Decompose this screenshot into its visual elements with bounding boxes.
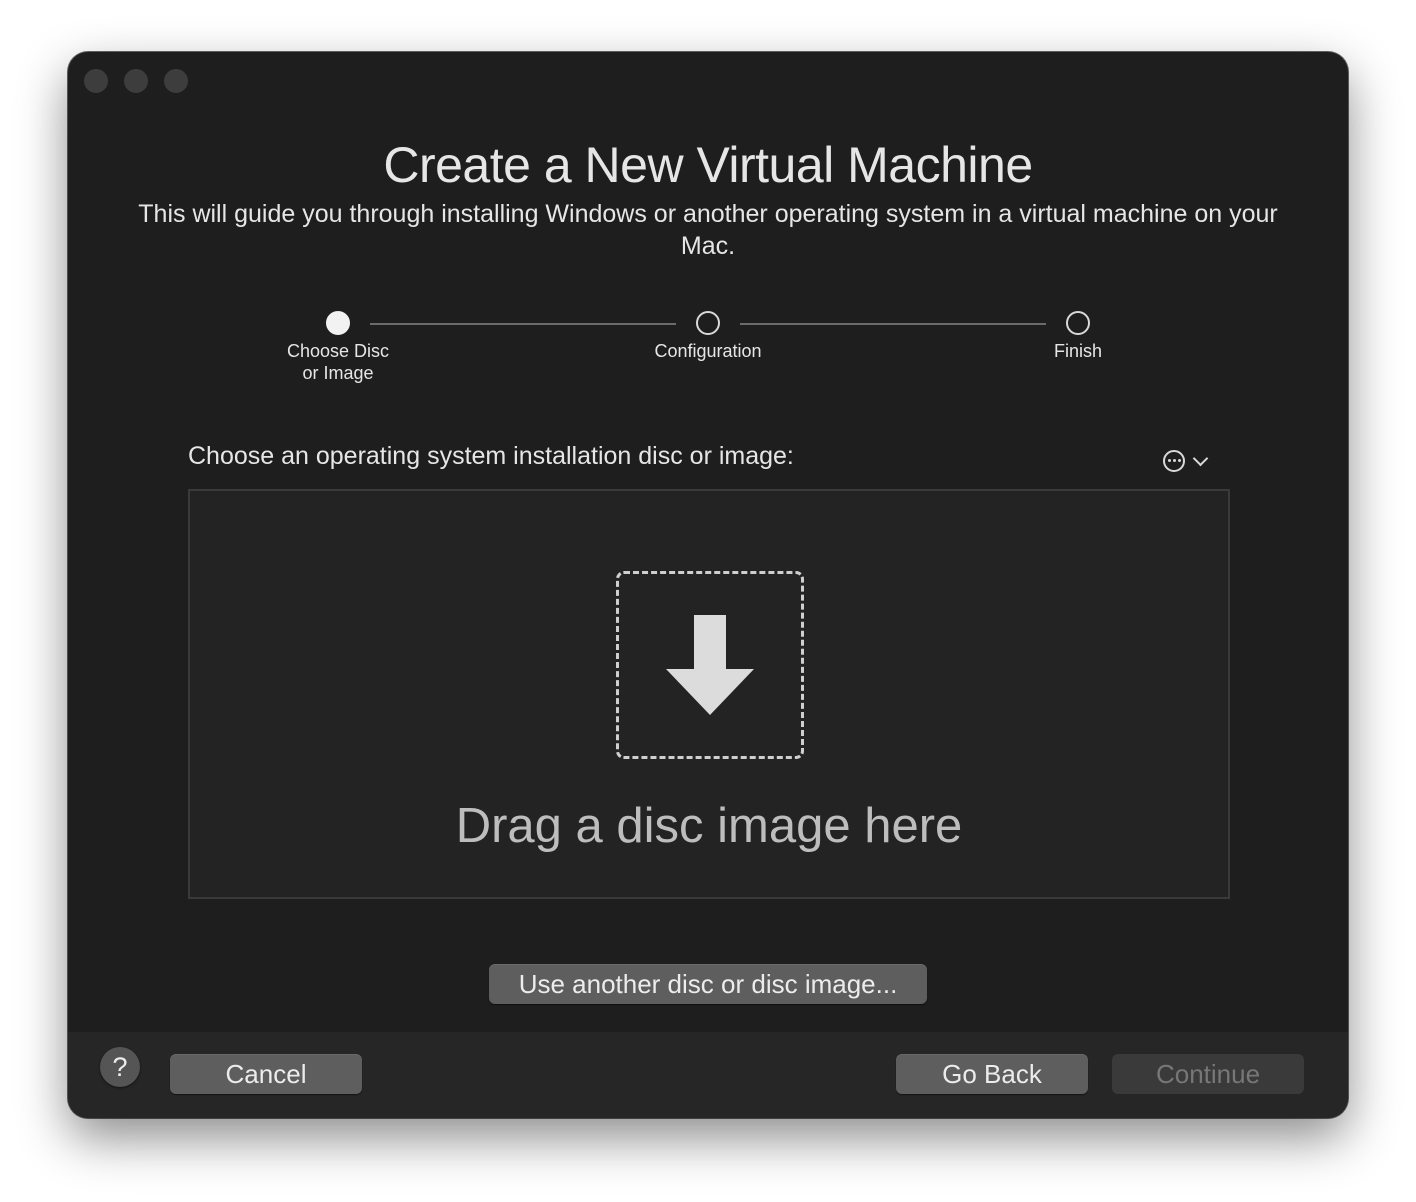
step-connector	[370, 323, 676, 325]
more-options-button[interactable]	[1163, 446, 1223, 476]
drop-zone-label: Drag a disc image here	[455, 799, 963, 853]
step-indicator-finish	[1066, 311, 1090, 335]
minimize-window-button[interactable]	[124, 69, 148, 93]
page-subtitle: This will guide you through installing W…	[138, 200, 1278, 260]
down-arrow-icon	[666, 615, 754, 715]
drop-target-frame	[616, 571, 804, 759]
step-label-choose-disc: Choose Disc or Image	[286, 341, 390, 383]
continue-button[interactable]: Continue	[1112, 1054, 1304, 1094]
step-indicator-choose-disc	[326, 311, 350, 335]
assistant-window: Create a New Virtual Machine This will g…	[68, 52, 1348, 1118]
cancel-button[interactable]: Cancel	[170, 1054, 362, 1094]
step-indicator-configuration	[696, 311, 720, 335]
chevron-down-icon	[1192, 450, 1209, 466]
zoom-window-button[interactable]	[164, 69, 188, 93]
use-another-disc-button[interactable]: Use another disc or disc image...	[489, 964, 927, 1004]
disc-image-drop-zone[interactable]: Drag a disc image here	[188, 489, 1230, 899]
step-label-finish: Finish	[1053, 341, 1102, 361]
ellipsis-circle-icon	[1163, 450, 1185, 472]
progress-steps: Choose Disc or Image Configuration Finis…	[68, 310, 1348, 390]
help-button[interactable]: ?	[100, 1047, 140, 1087]
step-label-configuration: Configuration	[654, 341, 762, 361]
step-connector	[740, 323, 1046, 325]
window-controls	[84, 69, 188, 93]
page-title: Create a New Virtual Machine	[383, 137, 1033, 193]
choose-disc-prompt: Choose an operating system installation …	[188, 442, 794, 470]
close-window-button[interactable]	[84, 69, 108, 93]
go-back-button[interactable]: Go Back	[896, 1054, 1088, 1094]
